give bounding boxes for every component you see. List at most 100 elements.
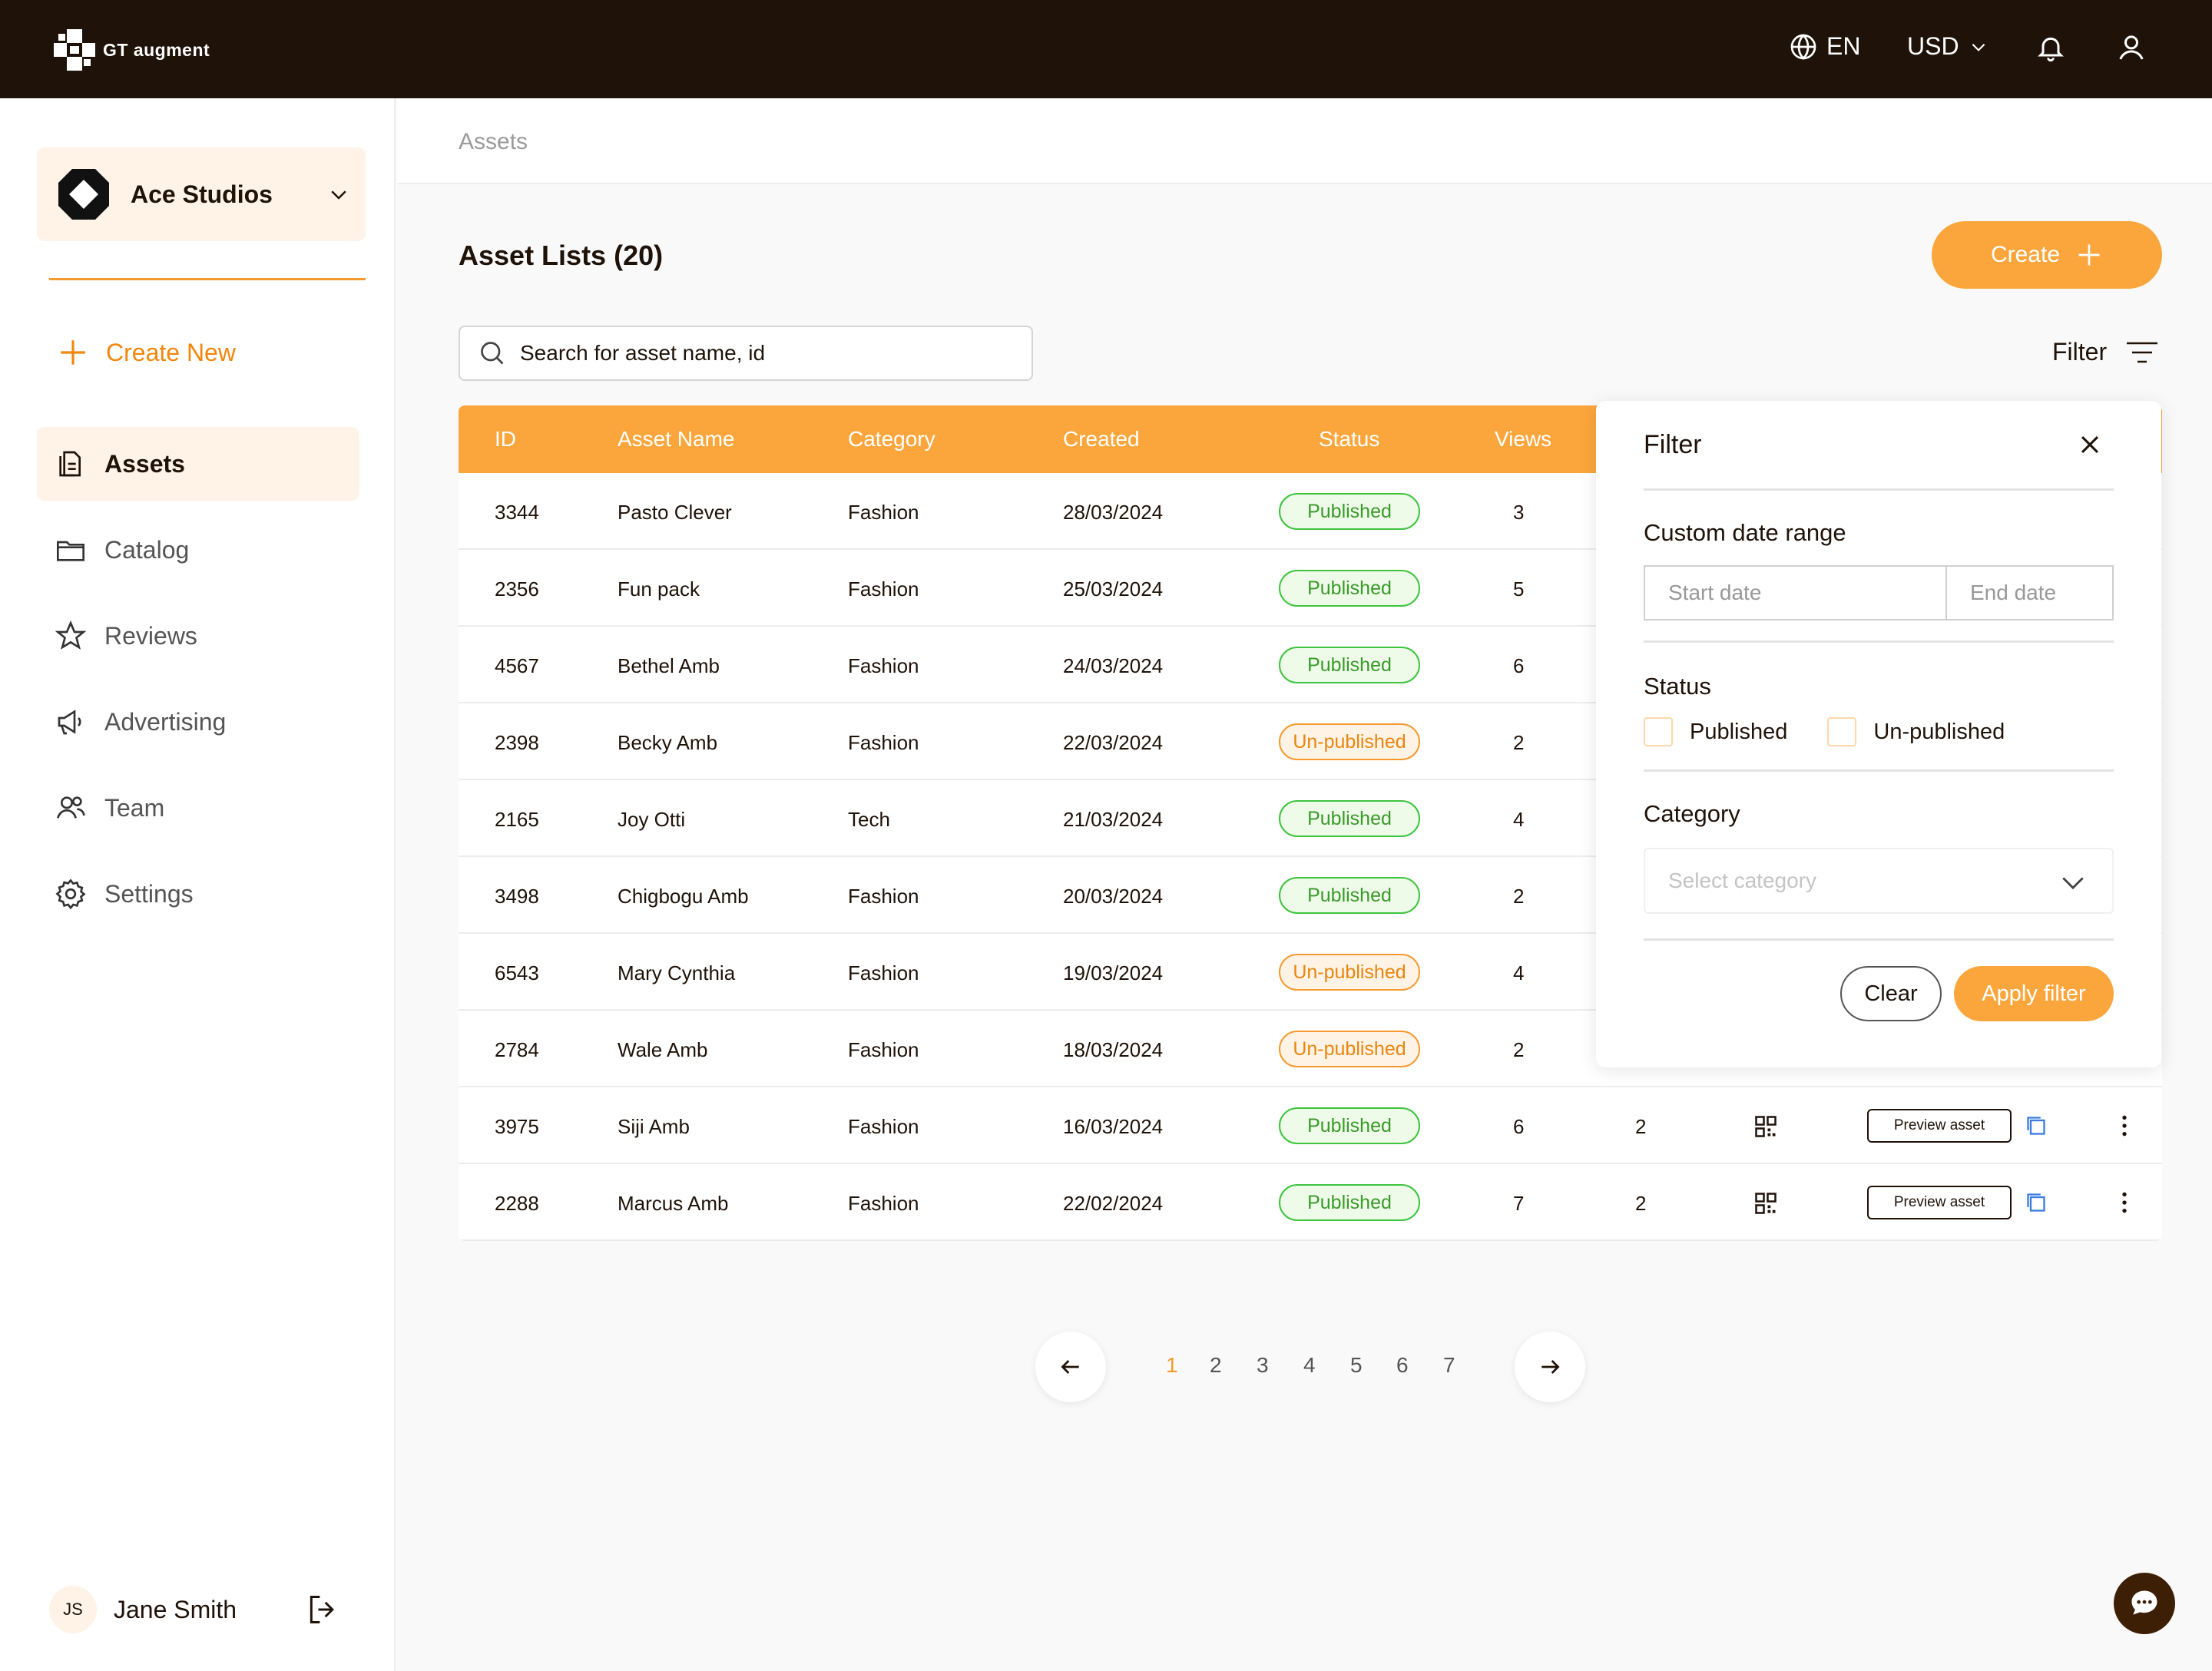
column-header-category[interactable]: Category: [848, 427, 935, 452]
language-label: EN: [1826, 32, 1861, 60]
filter-toggle-label: Filter: [2052, 338, 2108, 366]
create-new-button[interactable]: Create New: [57, 336, 236, 369]
bell-icon: [2038, 37, 2064, 62]
search-input[interactable]: [520, 341, 996, 366]
currency-selector[interactable]: USD: [1907, 32, 1988, 61]
org-name: Ace Studios: [131, 180, 273, 208]
next-page-button[interactable]: [1515, 1332, 1585, 1402]
cell-created: 25/03/2024: [1063, 577, 1164, 601]
category-select[interactable]: Select category: [1644, 848, 2114, 914]
cell-category: Fashion: [848, 961, 919, 984]
notifications-button[interactable]: [2035, 32, 2066, 67]
page-number[interactable]: 7: [1443, 1353, 1455, 1378]
qr-code-icon[interactable]: [1754, 1192, 1777, 1215]
column-header-created[interactable]: Created: [1063, 427, 1140, 452]
cell-asset-name: Pasto Clever: [618, 501, 732, 524]
chevron-down-icon: [331, 190, 346, 200]
page-number[interactable]: 1: [1166, 1353, 1178, 1378]
preview-asset-button[interactable]: Preview asset: [1867, 1186, 2012, 1219]
page-number[interactable]: 2: [1210, 1353, 1222, 1378]
cell-id: 6543: [495, 961, 539, 984]
language-selector[interactable]: EN: [1790, 32, 1860, 61]
logout-icon[interactable]: [306, 1593, 339, 1626]
org-logo-icon: [58, 169, 109, 220]
user-name: Jane Smith: [114, 1595, 237, 1623]
status-badge: Published: [1279, 800, 1420, 837]
avatar[interactable]: JS: [49, 1586, 97, 1633]
cell-id: 4567: [495, 654, 539, 677]
end-date-input[interactable]: [1947, 567, 2212, 619]
create-button[interactable]: Create: [1932, 221, 2162, 289]
published-checkbox[interactable]: [1644, 717, 1673, 746]
date-range-field: [1644, 565, 2212, 620]
clear-button[interactable]: Clear: [1840, 966, 1942, 1021]
page-number[interactable]: 5: [1350, 1353, 1363, 1378]
org-switcher[interactable]: Ace Studios: [37, 147, 366, 241]
table-row[interactable]: 2288 Marcus Amb Fashion 22/02/2024 7 Publishe…: [459, 1164, 2162, 1241]
cell-asset-name: Marcus Amb: [618, 1192, 729, 1215]
sidebar-item-team[interactable]: Team: [37, 771, 359, 845]
sidebar-item-reviews[interactable]: Reviews: [37, 599, 359, 673]
star-icon: [55, 620, 86, 650]
table-row[interactable]: 3975 Siji Amb Fashion 16/03/2024 6 Published 2…: [459, 1087, 2162, 1164]
status-badge: Un-published: [1279, 954, 1420, 991]
cell-created: 19/03/2024: [1063, 961, 1164, 984]
column-header-views[interactable]: Views: [1495, 427, 1551, 452]
column-header-id[interactable]: ID: [495, 427, 516, 452]
unpublished-checkbox-label[interactable]: Un-published: [1873, 720, 2005, 745]
cell-id: 3344: [495, 501, 539, 524]
apply-filter-button[interactable]: Apply filter: [1954, 966, 2114, 1021]
sidebar-item-label: Catalog: [104, 535, 190, 564]
create-new-label: Create New: [106, 338, 236, 366]
close-icon[interactable]: [2077, 432, 2103, 458]
status-badge: Published: [1279, 493, 1420, 530]
sidebar-item-advertising[interactable]: Advertising: [37, 685, 359, 759]
start-date-input[interactable]: [1645, 567, 1947, 619]
cell-views: 2: [1513, 1038, 1525, 1061]
more-vertical-icon[interactable]: [2120, 1113, 2129, 1138]
preview-asset-button[interactable]: Preview asset: [1867, 1109, 2012, 1143]
cell-id: 3975: [495, 1115, 539, 1138]
column-header-asset-name[interactable]: Asset Name: [618, 427, 735, 452]
cell-asset-name: Becky Amb: [618, 731, 718, 754]
cell-views: 4: [1513, 961, 1525, 984]
published-checkbox-label[interactable]: Published: [1690, 720, 1787, 745]
unpublished-checkbox[interactable]: [1827, 717, 1857, 746]
page-number[interactable]: 4: [1303, 1353, 1316, 1378]
filter-panel-title: Filter: [1644, 430, 1702, 459]
qr-code-icon[interactable]: [1754, 1115, 1777, 1138]
page-number[interactable]: 3: [1257, 1353, 1269, 1378]
search-box[interactable]: [459, 326, 1033, 381]
copy-icon[interactable]: [2025, 1115, 2047, 1137]
filter-panel: Filter Custom date range Status Publishe…: [1596, 401, 2212, 1067]
sidebar-item-assets[interactable]: Assets: [37, 427, 359, 501]
cell-asset-name: Mary Cynthia: [618, 961, 736, 984]
breadcrumb[interactable]: Assets: [459, 129, 528, 155]
status-badge: Published: [1279, 1107, 1420, 1144]
previous-page-button[interactable]: [1035, 1332, 1106, 1402]
status-badge: Un-published: [1279, 1031, 1420, 1067]
copy-icon[interactable]: [2025, 1192, 2047, 1213]
app-logo[interactable]: GT augment: [54, 29, 210, 71]
cell-category: Fashion: [848, 501, 919, 524]
cell-category: Fashion: [848, 654, 919, 677]
more-vertical-icon[interactable]: [2120, 1190, 2129, 1215]
globe-icon: [1790, 33, 1816, 60]
cell-views: 3: [1513, 501, 1525, 524]
sidebar-item-label: Assets: [104, 449, 185, 478]
category-label: Category: [1644, 800, 1740, 827]
user-menu-button[interactable]: [2116, 32, 2147, 67]
column-header-status[interactable]: Status: [1319, 427, 1379, 452]
sidebar-item-settings[interactable]: Settings: [37, 857, 359, 931]
page-number[interactable]: 6: [1396, 1353, 1409, 1378]
plus-icon: [2078, 244, 2100, 266]
logo-mark-icon: [54, 29, 95, 71]
status-options: Published Un-published: [1644, 717, 2005, 746]
cell-views: 4: [1513, 808, 1525, 831]
date-range-label: Custom date range: [1644, 519, 1846, 546]
filter-toggle-button[interactable]: Filter: [2052, 338, 2159, 366]
cell-category: Fashion: [848, 577, 919, 601]
chat-button[interactable]: [2114, 1573, 2175, 1634]
cell-views: 7: [1513, 1192, 1525, 1215]
sidebar-item-catalog[interactable]: Catalog: [37, 513, 359, 587]
